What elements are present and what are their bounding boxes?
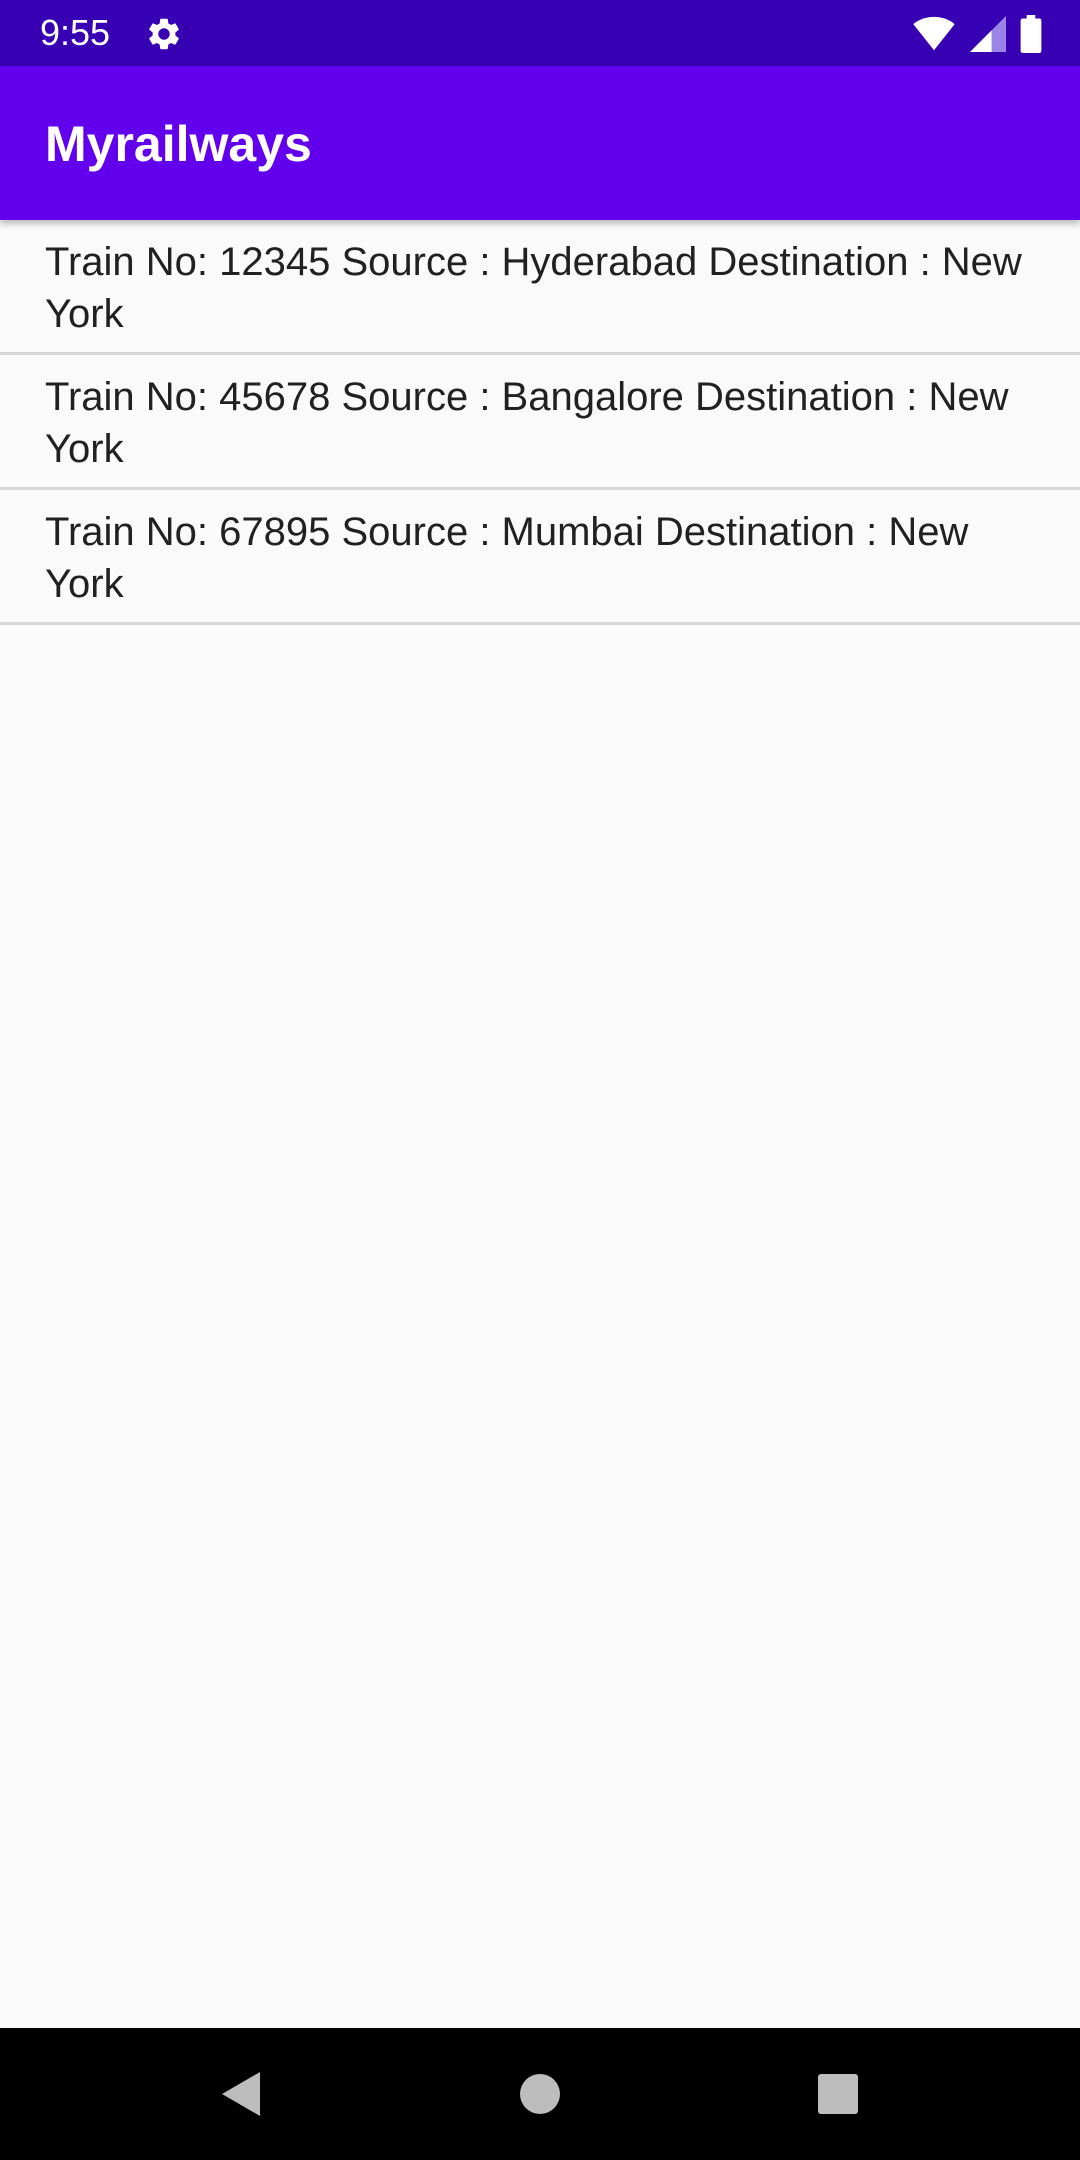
back-icon[interactable] (210, 2064, 270, 2124)
status-time: 9:55 (40, 12, 111, 53)
train-text: Train No: 12345 Source : Hyderabad Desti… (45, 240, 1022, 336)
train-text: Train No: 67895 Source : Mumbai Destinat… (45, 510, 969, 606)
train-text: Train No: 45678 Source : Bangalore Desti… (45, 375, 1009, 471)
gear-icon (149, 18, 179, 50)
wifi-icon (913, 16, 955, 51)
cell-signal-icon (970, 16, 1006, 52)
app-title: Myrailways (45, 116, 312, 172)
navigation-bar (0, 2028, 1080, 2160)
list-item[interactable]: Train No: 12345 Source : Hyderabad Desti… (0, 220, 1080, 355)
list-item[interactable]: Train No: 45678 Source : Bangalore Desti… (0, 355, 1080, 490)
app-bar: Myrailways (0, 66, 1080, 220)
home-icon[interactable] (510, 2064, 570, 2124)
list-item[interactable]: Train No: 67895 Source : Mumbai Destinat… (0, 490, 1080, 625)
status-icons (912, 14, 1042, 54)
train-list: Train No: 12345 Source : Hyderabad Desti… (0, 220, 1080, 625)
status-bar: 9:55 (0, 0, 1080, 66)
screen: 9:55 Myrailways Train No: 12345 Source :… (0, 0, 1080, 2160)
recents-icon[interactable] (808, 2064, 868, 2124)
battery-icon (1020, 15, 1042, 53)
